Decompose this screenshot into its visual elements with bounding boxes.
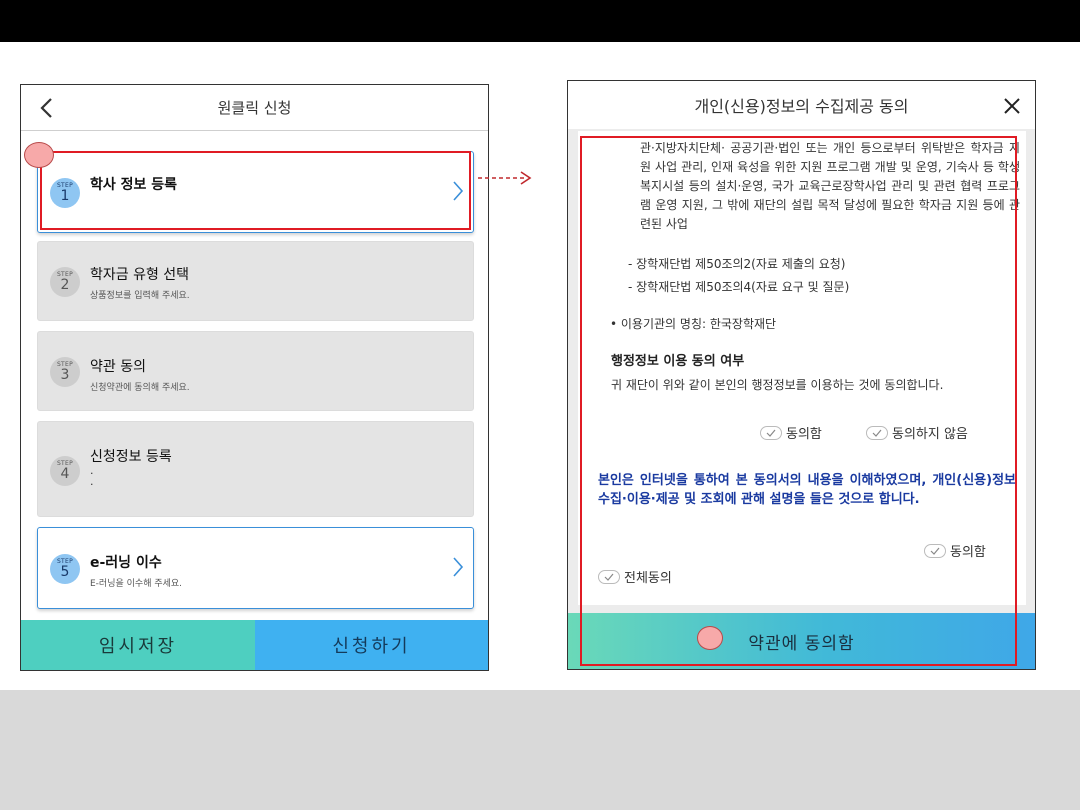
step-card-5[interactable]: STEP 5 e-러닝 이수 E-러닝을 이수해 주세요. xyxy=(37,527,474,609)
highlight-box-consent xyxy=(580,136,1017,666)
step-badge-5: STEP 5 xyxy=(50,554,80,584)
step-badge-2: STEP 2 xyxy=(50,267,80,297)
step-title: e-러닝 이수 xyxy=(90,555,162,571)
callout-marker xyxy=(24,142,54,168)
step-title: 학자금 유형 선택 xyxy=(90,267,190,283)
step-card-2[interactable]: STEP 2 학자금 유형 선택 상품정보를 입력해 주세요. xyxy=(37,241,474,321)
bottom-band xyxy=(0,690,1080,810)
chevron-right-icon xyxy=(453,557,464,577)
consent-header: 개인(신용)정보의 수집제공 동의 xyxy=(568,81,1035,129)
step-badge-3: STEP 3 xyxy=(50,357,80,387)
step-subtitle: 신청약관에 동의해 주세요. xyxy=(90,383,190,393)
step-subtitle: 상품정보를 입력해 주세요. xyxy=(90,291,190,301)
step-card-4[interactable]: STEP 4 신청정보 등록 · · xyxy=(37,421,474,517)
step-dots: · · xyxy=(90,467,94,491)
callout-marker xyxy=(697,626,723,650)
left-footer: 임시저장 신청하기 xyxy=(21,620,488,670)
top-bar xyxy=(0,0,1080,42)
step-title: 신청정보 등록 xyxy=(90,449,172,465)
left-header: 원클릭 신청 xyxy=(21,85,488,131)
save-draft-button[interactable]: 임시저장 xyxy=(21,620,255,670)
highlight-box-step1 xyxy=(40,151,471,230)
step-text-4: 신청정보 등록 · · xyxy=(90,446,172,490)
step-text-5: e-러닝 이수 E-러닝을 이수해 주세요. xyxy=(90,552,182,589)
dashed-arrow-icon xyxy=(478,171,532,185)
apply-button[interactable]: 신청하기 xyxy=(255,620,488,670)
consent-title: 개인(신용)정보의 수집제공 동의 xyxy=(694,97,909,116)
close-icon[interactable] xyxy=(1001,95,1023,117)
step-text-3: 약관 동의 신청약관에 동의해 주세요. xyxy=(90,356,190,393)
step-subtitle: E-러닝을 이수해 주세요. xyxy=(90,579,183,589)
step-card-3[interactable]: STEP 3 약관 동의 신청약관에 동의해 주세요. xyxy=(37,331,474,411)
step-text-2: 학자금 유형 선택 상품정보를 입력해 주세요. xyxy=(90,264,190,301)
step-badge-4: STEP 4 xyxy=(50,456,80,486)
left-page-title: 원클릭 신청 xyxy=(217,99,292,117)
step-title: 약관 동의 xyxy=(90,359,146,375)
